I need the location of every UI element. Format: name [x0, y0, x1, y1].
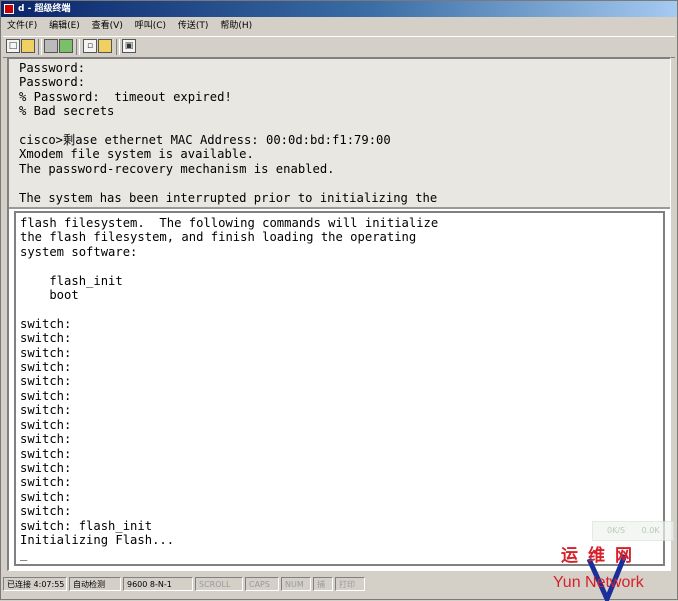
- menu-help[interactable]: 帮助(H): [220, 18, 252, 34]
- menu-transfer[interactable]: 传送(T): [178, 18, 209, 34]
- toolbar-separator: [76, 39, 80, 55]
- title-bar[interactable]: d - 超级终端: [1, 1, 677, 17]
- watermark-logo: 运维网 Yun Network: [551, 541, 678, 601]
- terminal-output: flash filesystem. The following commands…: [20, 216, 439, 562]
- status-detect: 自动检测: [69, 577, 121, 591]
- watermark-en: Yun Network: [553, 574, 644, 591]
- status-scroll: SCROLL: [195, 577, 243, 591]
- new-icon[interactable]: □: [6, 39, 20, 53]
- toolbar: □ ▫ ▣: [3, 36, 675, 58]
- status-print: 打印: [335, 577, 365, 591]
- transfer-meter: 0K/S 0.0K: [592, 521, 674, 541]
- receive-icon[interactable]: [98, 39, 112, 53]
- status-params: 9600 8-N-1: [123, 577, 193, 591]
- terminal-area[interactable]: Password: Password: % Password: timeout …: [7, 57, 671, 571]
- menu-call[interactable]: 呼叫(C): [135, 18, 166, 34]
- app-icon: [4, 4, 14, 14]
- toolbar-separator: [116, 39, 120, 55]
- menu-edit[interactable]: 编辑(E): [49, 18, 80, 34]
- connect-icon[interactable]: [44, 39, 58, 53]
- status-capture: 捕: [313, 577, 333, 591]
- terminal-scrollback: Password: Password: % Password: timeout …: [9, 59, 670, 209]
- properties-icon[interactable]: ▣: [122, 39, 136, 53]
- toolbar-separator: [38, 39, 42, 55]
- menu-view[interactable]: 查看(V): [92, 18, 123, 34]
- terminal-screen[interactable]: flash filesystem. The following commands…: [14, 211, 665, 566]
- menu-file[interactable]: 文件(F): [7, 18, 37, 34]
- disconnect-icon[interactable]: [59, 39, 73, 53]
- window-title: d - 超级终端: [18, 4, 71, 14]
- menu-bar: 文件(F) 编辑(E) 查看(V) 呼叫(C) 传送(T) 帮助(H): [1, 18, 677, 34]
- scrollback-text: Password: Password: % Password: timeout …: [19, 61, 438, 205]
- transfer-rate-right: 0.0K: [641, 526, 660, 535]
- transfer-rate-left: 0K/S: [607, 526, 626, 535]
- open-icon[interactable]: [21, 39, 35, 53]
- status-num: NUM: [281, 577, 311, 591]
- status-caps: CAPS: [245, 577, 279, 591]
- status-connected: 已连接 4:07:55: [3, 577, 67, 591]
- watermark-cn: 运维网: [561, 546, 642, 566]
- hyperterminal-window: d - 超级终端 文件(F) 编辑(E) 查看(V) 呼叫(C) 传送(T) 帮…: [0, 0, 678, 601]
- send-icon[interactable]: ▫: [83, 39, 97, 53]
- status-bar: 已连接 4:07:55 自动检测 9600 8-N-1 SCROLL CAPS …: [1, 576, 561, 592]
